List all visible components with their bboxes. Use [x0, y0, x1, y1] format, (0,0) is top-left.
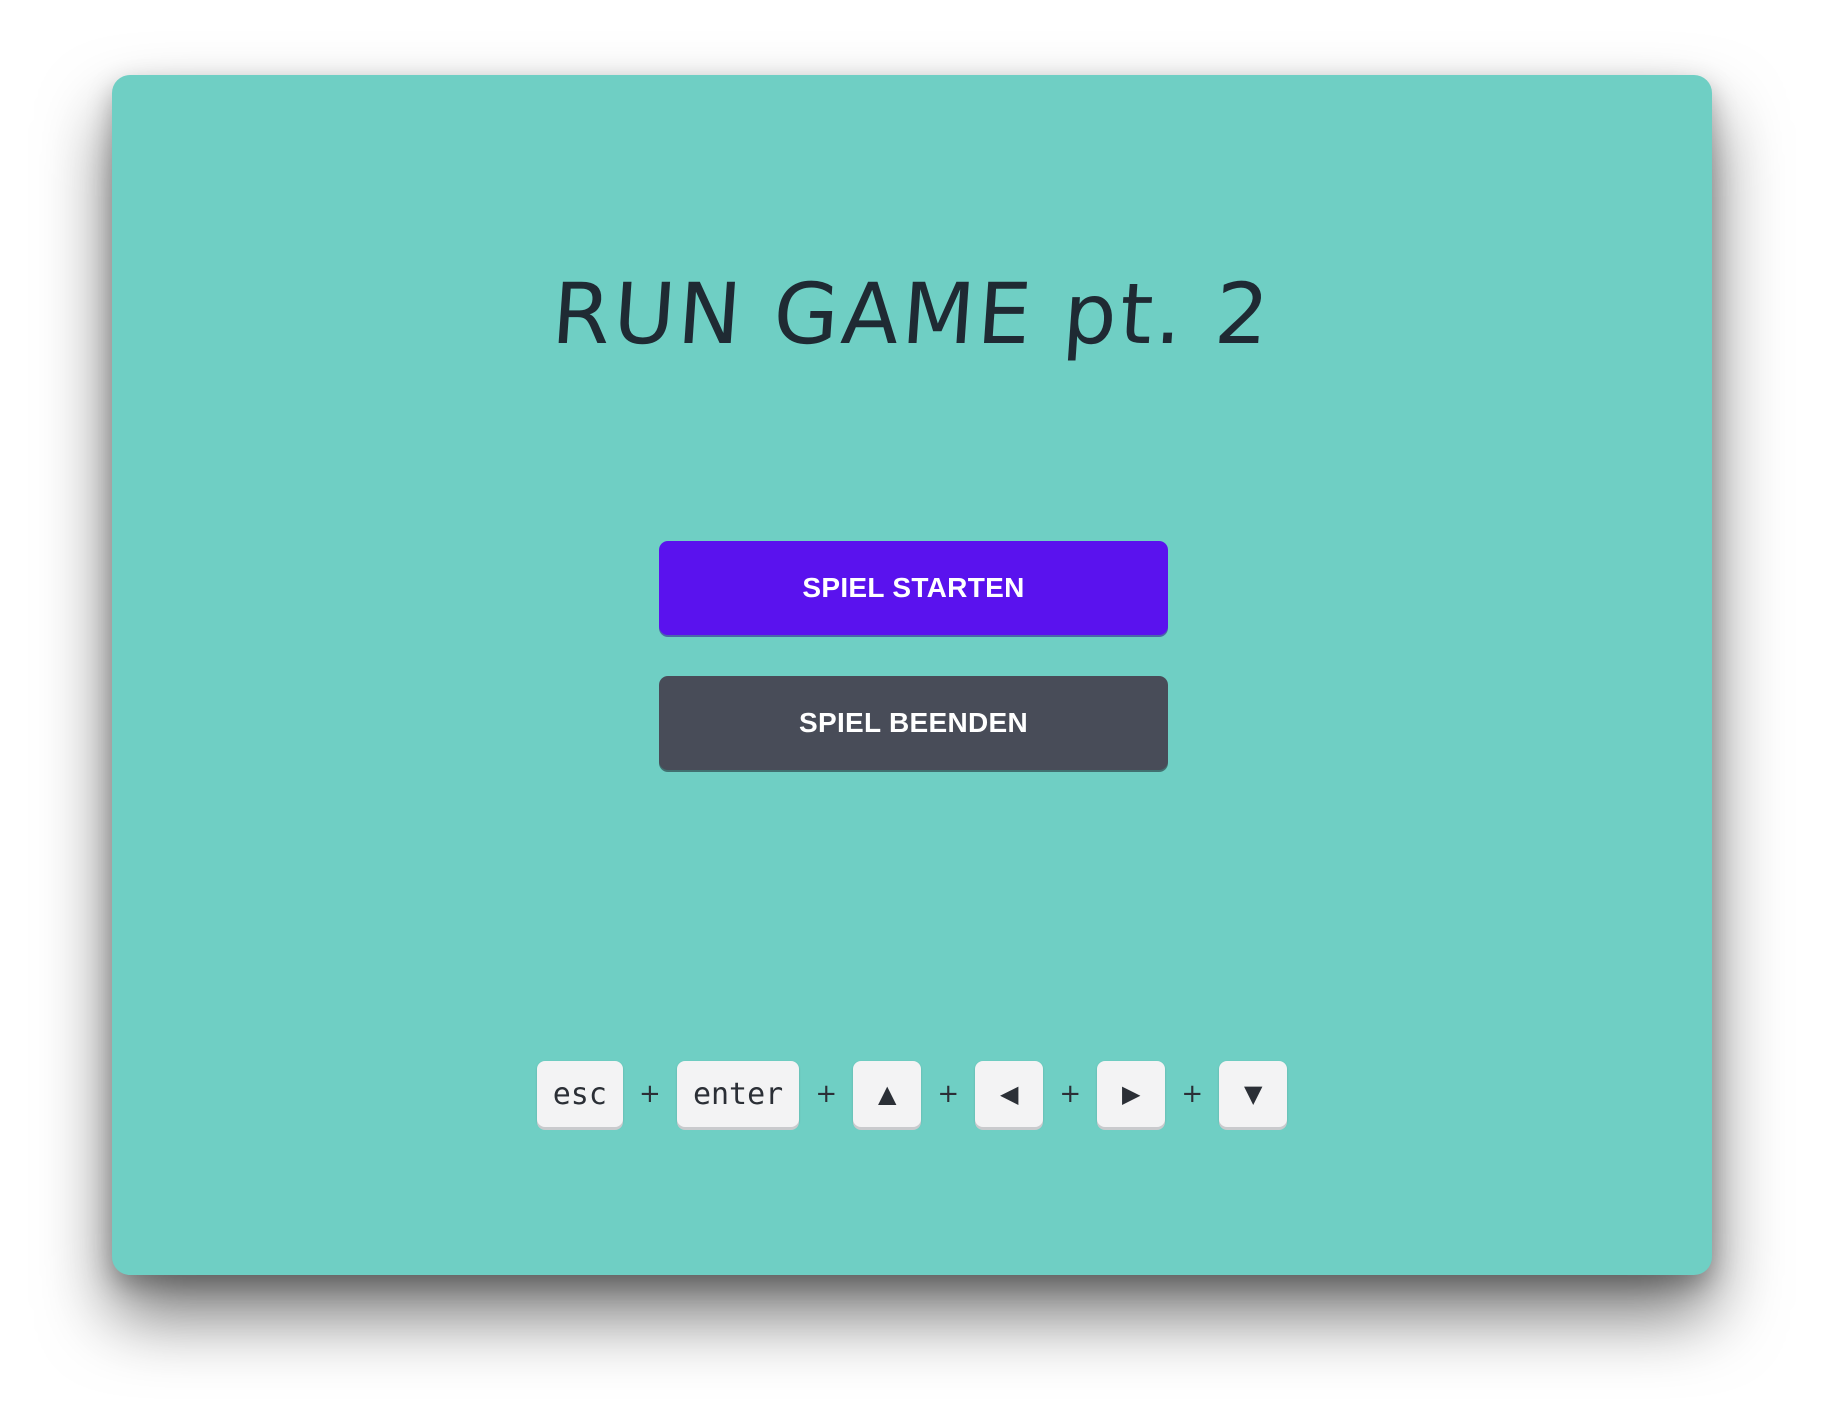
arrow-left-key-icon: ◀ [975, 1061, 1044, 1127]
arrow-down-key-icon: ▼ [1219, 1061, 1288, 1127]
plus-separator: + [1181, 1079, 1204, 1109]
game-window: RUN GAME pt. 2 SPIEL STARTEN SPIEL BEEND… [112, 75, 1712, 1275]
start-game-button[interactable]: SPIEL STARTEN [659, 541, 1168, 635]
quit-game-button[interactable]: SPIEL BEENDEN [659, 676, 1168, 770]
key-enter: enter [676, 1061, 800, 1127]
plus-separator: + [937, 1079, 960, 1109]
plus-separator: + [815, 1079, 838, 1109]
arrow-right-key-icon: ▶ [1097, 1061, 1166, 1127]
keyboard-controls-hint: esc + enter + ▲ + ◀ + ▶ + ▼ [112, 1061, 1712, 1127]
game-title: RUN GAME pt. 2 [548, 265, 1276, 363]
plus-separator: + [1059, 1079, 1082, 1109]
arrow-up-key-icon: ▲ [853, 1061, 922, 1127]
plus-separator: + [639, 1079, 661, 1109]
key-esc: esc [536, 1061, 623, 1127]
